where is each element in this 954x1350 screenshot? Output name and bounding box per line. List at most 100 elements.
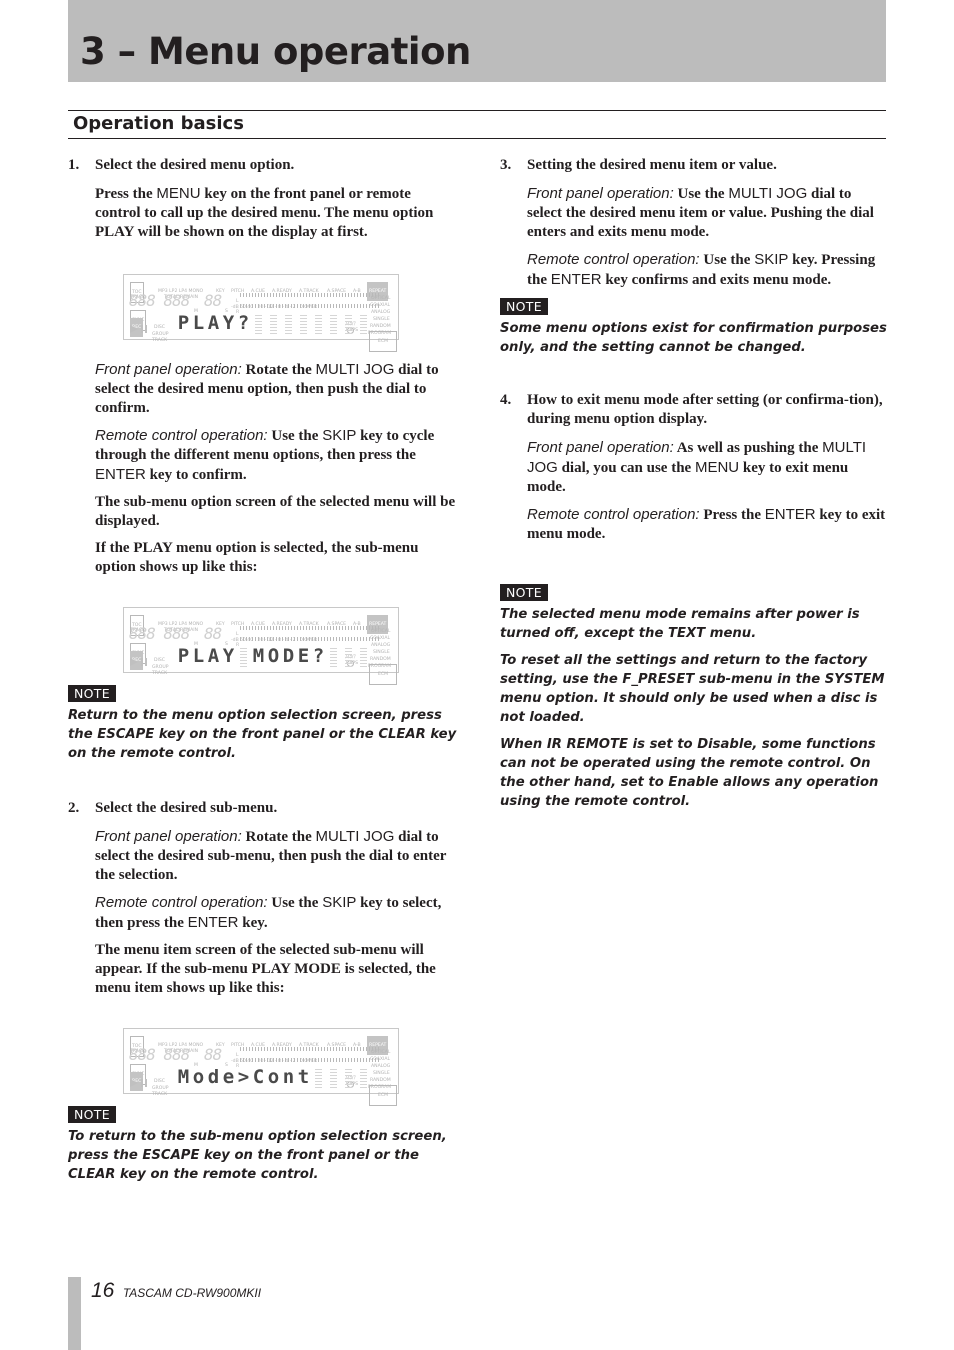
lcd-seven-segment-seconds: 88 [204,624,222,643]
note-text: When IR REMOTE is set to Disable, some f… [500,737,879,809]
lcd-seven-segment-time: 888 888 [129,624,190,643]
lcd-a-space-label: A.SPACE [327,622,347,627]
remote-control-operation: Remote control operation: Use the SKIP k… [500,250,890,290]
lcd-character: L [192,645,205,667]
step-number: 2. [68,800,80,816]
note-text: To reset all the settings and return to … [500,653,885,725]
lcd-empty-cell [315,313,322,334]
step-4-heading: 4. How to exit menu mode after setting (… [500,391,890,429]
label: Remote control operation: [527,251,700,268]
note-badge: NOTE [68,685,116,702]
text: Use the [267,428,323,444]
lcd-character: M [177,1066,190,1088]
text: key to confirm. [145,467,247,483]
lcd-character: d [207,1066,220,1088]
lcd-empty-cell [285,313,292,334]
lcd-level-meter-right [240,637,380,641]
lcd-character: E [297,645,310,667]
lcd-display-mode-cont: TOC TRACK MP3 LP2 LP4 MONO TOTAL REMAIN … [123,1028,399,1106]
paragraph: The menu item screen of the selected sub… [95,942,436,996]
step-title: How to exit menu mode after setting (or … [527,392,883,427]
lcd-display-play: TOC TRACK MP3 LP2 LP4 MONO TOTAL REMAIN … [123,274,399,352]
step-1-instruction: Press the MENU key on the front panel or… [68,184,458,242]
key-name: MENU [694,459,740,476]
section-rule-bottom [68,138,886,139]
lcd-character: e [222,1066,235,1088]
lcd-pause-icon [141,325,147,333]
lcd-level-meter-left [240,293,380,297]
lcd-a-b-label: A-B [353,622,361,627]
lcd-empty-cell [330,313,337,334]
text: Rotate the [241,829,316,845]
lcd-character: Y [222,645,235,667]
label: Remote control operation: [527,506,700,523]
lcd-character: A [207,312,220,334]
lcd-level-meter-right [240,304,380,308]
left-column: 1. Select the desired menu option. Press… [68,156,458,1192]
lcd-dot-matrix-row: P L A Y? [177,313,370,334]
lcd-empty-cell [300,313,307,334]
front-panel-operation: Front panel operation: As well as pushin… [500,438,890,497]
lcd-play-icon [130,658,138,666]
lcd-character: P [177,645,190,667]
text: As well as pushing the [673,440,823,456]
lcd-dot-matrix-row: P L A Y M O D E? [177,646,370,667]
lcd-character: o [267,1066,280,1088]
front-panel-operation: Front panel operation: Use the MULTI JOG… [500,184,890,242]
front-panel-operation: Front panel operation: Rotate the MULTI … [68,360,458,418]
lcd-a-b-label: A-B [353,289,361,294]
lcd-dot-matrix-row: Mo d e > Co n t [177,1067,370,1088]
note-badge: NOTE [68,1106,116,1123]
lcd-ecm-indicator: ECM [369,331,398,352]
lcd-character: t [297,1066,310,1088]
step-2-heading: 2. Select the desired sub-menu. [68,799,458,818]
right-column: 3. Setting the desired menu item or valu… [500,156,890,819]
lcd-character: P [177,312,190,334]
lcd-empty-cell [345,646,352,667]
lcd-empty-cell [315,1067,322,1088]
note-text: Return to the menu option selection scre… [68,708,457,761]
note-text: To return to the sub-menu option selecti… [68,1129,447,1182]
lcd-play-icon [130,325,138,333]
lcd-play-icon [130,1079,138,1087]
lcd-pause-icon [141,658,147,666]
lcd-empty-cell [330,646,337,667]
label: Remote control operation: [95,894,268,911]
key-name: SKIP [322,894,357,911]
text: Press the [699,507,765,523]
text: key. [238,915,268,931]
paragraph: If the PLAY menu option is selected, the… [95,540,419,575]
lcd-a-b-label: A-B [353,1043,361,1048]
lcd-empty-cell [345,1067,352,1088]
key-name: SKIP [754,251,789,268]
label: Front panel operation: [95,361,242,378]
note-badge: NOTE [500,584,548,601]
model-name: TASCAM CD-RW900MKII [122,1286,262,1300]
key-name: ENTER [187,914,239,931]
lcd-level-meter-left [240,626,380,630]
lcd-track-label-2: TRACK [152,338,168,343]
lcd-character: C [252,1066,265,1088]
lcd-character: D [282,645,295,667]
note-badge: NOTE [500,298,548,315]
lcd-level-meter-right [240,1058,380,1062]
text: Press the [95,186,157,202]
section-title: Operation basics [73,113,244,134]
key-name: ENTER [95,466,146,483]
text: dial, you can use the [557,460,695,476]
label: Front panel operation: [527,185,674,202]
key-name: ENTER [764,506,816,523]
lcd-track-label-2: TRACK [152,671,168,676]
label: Front panel operation: [95,828,242,845]
lcd-empty-cell [240,646,247,667]
lcd-character: n [282,1066,295,1088]
lcd-a-space-label: A.SPACE [327,289,347,294]
lcd-seven-segment-time: 888 888 [129,1045,190,1064]
text: key confirms and exits menu mode. [601,272,832,288]
key-name: MULTI JOG [728,185,808,202]
remote-control-operation: Remote control operation: Use the SKIP k… [68,893,458,933]
lcd-character: L [192,312,205,334]
label: Front panel operation: [527,439,674,456]
key-name: SKIP [322,427,357,444]
text: Use the [267,895,323,911]
